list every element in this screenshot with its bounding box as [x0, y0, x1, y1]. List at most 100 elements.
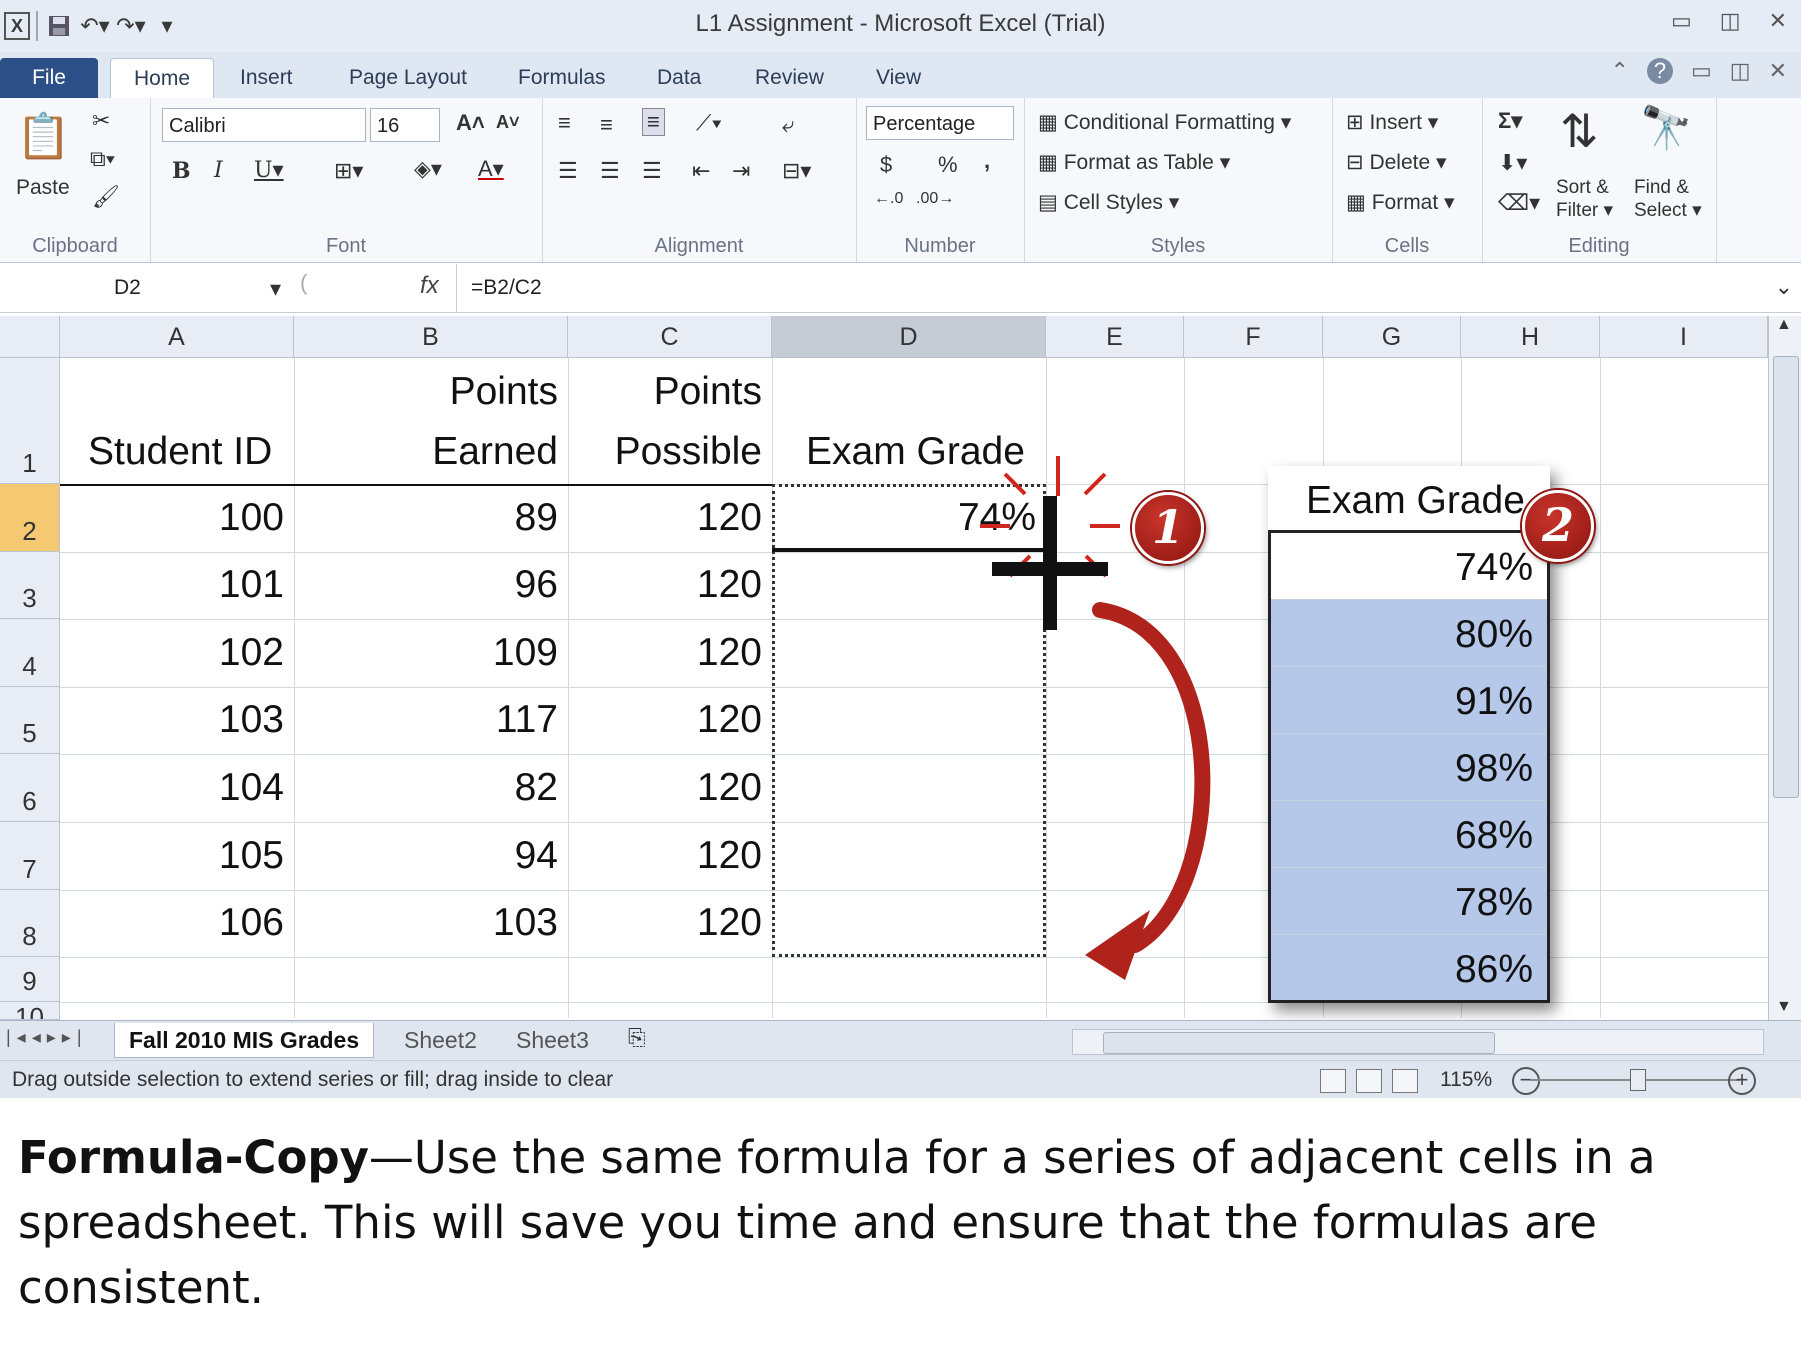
cell-c2[interactable]: 120	[568, 496, 762, 540]
format-as-table-button[interactable]: ▦ Format as Table ▾	[1038, 150, 1230, 175]
conditional-formatting-button[interactable]: ▦ Conditional Formatting ▾	[1038, 110, 1291, 135]
column-header-c[interactable]: C	[568, 316, 772, 358]
expand-icon[interactable]: (	[300, 270, 307, 296]
vertical-scroll-thumb[interactable]	[1773, 356, 1799, 798]
sheet-tab-sheet2[interactable]: Sheet2	[390, 1023, 491, 1057]
tab-home[interactable]: Home	[110, 58, 214, 99]
cell-a1[interactable]: Student ID	[88, 430, 272, 474]
grow-font-icon[interactable]: A˄	[456, 110, 485, 136]
minimize-icon[interactable]: ▭	[1671, 8, 1692, 34]
minimize-ribbon-icon[interactable]: ⌃	[1611, 58, 1629, 84]
merge-center-icon[interactable]: ⊟▾	[782, 158, 811, 184]
cell-c1-line1[interactable]: Points	[568, 370, 762, 414]
row-header-8[interactable]: 8	[0, 890, 60, 957]
column-header-a[interactable]: A	[60, 316, 294, 358]
align-top-icon[interactable]: ≡	[558, 110, 571, 136]
sheet-tab-sheet3[interactable]: Sheet3	[502, 1023, 603, 1057]
insert-function-icon[interactable]: fx	[420, 272, 439, 300]
bold-icon[interactable]: B	[172, 158, 191, 184]
align-right-icon[interactable]: ☰	[642, 158, 662, 184]
cell-b8[interactable]: 103	[294, 901, 558, 945]
column-header-d[interactable]: D	[772, 316, 1046, 358]
cell-b5[interactable]: 117	[294, 698, 558, 742]
underline-icon[interactable]: U▾	[254, 158, 284, 183]
row-header-6[interactable]: 6	[0, 754, 60, 822]
tab-view[interactable]: View	[876, 58, 921, 98]
cell-b6[interactable]: 82	[294, 766, 558, 810]
italic-icon[interactable]: I	[214, 158, 223, 183]
column-header-g[interactable]: G	[1323, 316, 1461, 358]
tab-file[interactable]: File	[0, 58, 98, 98]
clear-icon[interactable]: ⌫▾	[1498, 190, 1540, 216]
cell-b4[interactable]: 109	[294, 631, 558, 675]
align-middle-icon[interactable]: ≡	[600, 112, 613, 138]
cell-a7[interactable]: 105	[60, 834, 284, 878]
close-icon[interactable]: ✕	[1769, 8, 1787, 34]
paste-button[interactable]: Paste	[16, 176, 70, 200]
sheet-nav-icon[interactable]: |◂◂▸▸|	[6, 1027, 88, 1048]
zoom-out-icon[interactable]: −	[1512, 1067, 1540, 1095]
decrease-indent-icon[interactable]: ⇤	[692, 158, 710, 184]
row-header-3[interactable]: 3	[0, 552, 60, 619]
horizontal-scrollbar[interactable]	[1072, 1029, 1764, 1055]
insert-sheet-icon[interactable]: ⎘	[628, 1025, 646, 1051]
wrap-text-icon[interactable]: ⤶	[782, 112, 794, 138]
cell-a2[interactable]: 100	[60, 496, 284, 540]
cell-b1-line1[interactable]: Points	[294, 370, 558, 414]
increase-indent-icon[interactable]: ⇥	[732, 158, 750, 184]
restore-icon[interactable]: ◫	[1730, 58, 1751, 84]
tab-formulas[interactable]: Formulas	[518, 58, 606, 98]
currency-button[interactable]: $	[880, 152, 892, 178]
find-select-icon[interactable]: 🔭	[1640, 104, 1692, 153]
tab-page-layout[interactable]: Page Layout	[349, 58, 467, 98]
column-header-e[interactable]: E	[1046, 316, 1184, 358]
zoom-in-icon[interactable]: +	[1728, 1067, 1756, 1095]
row-header-7[interactable]: 7	[0, 822, 60, 890]
page-break-view-icon[interactable]	[1392, 1069, 1418, 1093]
cell-b3[interactable]: 96	[294, 563, 558, 607]
comma-button[interactable]: ,	[984, 148, 990, 174]
cell-c3[interactable]: 120	[568, 563, 762, 607]
column-header-f[interactable]: F	[1184, 316, 1323, 358]
column-header-i[interactable]: I	[1600, 316, 1768, 358]
cell-a5[interactable]: 103	[60, 698, 284, 742]
cell-c4[interactable]: 120	[568, 631, 762, 675]
sort-filter-button[interactable]: Sort & Filter ▾	[1556, 176, 1613, 222]
orientation-icon[interactable]: ⟋▾	[696, 110, 722, 136]
minimize-icon[interactable]: ▭	[1691, 58, 1712, 84]
row-header-5[interactable]: 5	[0, 687, 60, 754]
horizontal-scroll-thumb[interactable]	[1103, 1032, 1495, 1054]
fill-icon[interactable]: ⬇▾	[1498, 150, 1527, 176]
restore-icon[interactable]: ◫	[1720, 8, 1741, 34]
paste-icon[interactable]: 📋	[16, 110, 71, 162]
shrink-font-icon[interactable]: A˅	[496, 112, 520, 133]
normal-view-icon[interactable]	[1320, 1069, 1346, 1093]
fill-color-icon[interactable]: ◈▾	[414, 156, 442, 182]
cell-b7[interactable]: 94	[294, 834, 558, 878]
cell-a6[interactable]: 104	[60, 766, 284, 810]
sort-filter-icon[interactable]: ⇅	[1560, 104, 1599, 158]
cell-b2[interactable]: 89	[294, 496, 558, 540]
vertical-scrollbar[interactable]: ▲ ▼	[1768, 316, 1801, 1020]
borders-icon[interactable]: ⊞▾	[334, 158, 363, 184]
help-icon[interactable]: ?	[1646, 58, 1673, 84]
scroll-down-icon[interactable]: ▼	[1776, 998, 1792, 1016]
find-select-button[interactable]: Find & Select ▾	[1634, 176, 1702, 222]
tab-insert[interactable]: Insert	[240, 58, 293, 98]
cell-c8[interactable]: 120	[568, 901, 762, 945]
copy-icon[interactable]: ⧉▾	[90, 146, 115, 172]
cell-c6[interactable]: 120	[568, 766, 762, 810]
column-header-b[interactable]: B	[294, 316, 568, 358]
cell-styles-button[interactable]: ▤ Cell Styles ▾	[1038, 190, 1179, 215]
format-painter-icon[interactable]: 🖌	[92, 184, 120, 210]
align-center-icon[interactable]: ☰	[600, 158, 620, 184]
cut-icon[interactable]: ✂	[92, 108, 110, 134]
font-name-select[interactable]: Calibri	[162, 108, 366, 142]
cell-c1-line2[interactable]: Possible	[568, 430, 762, 474]
formula-input[interactable]: =B2/C2	[456, 264, 1771, 312]
name-box[interactable]: D2	[0, 270, 290, 306]
close-icon[interactable]: ✕	[1769, 58, 1787, 84]
increase-decimal-icon[interactable]: ←.0	[874, 190, 903, 208]
tab-data[interactable]: Data	[657, 58, 701, 98]
format-cells-button[interactable]: ▦ Format ▾	[1346, 190, 1455, 215]
